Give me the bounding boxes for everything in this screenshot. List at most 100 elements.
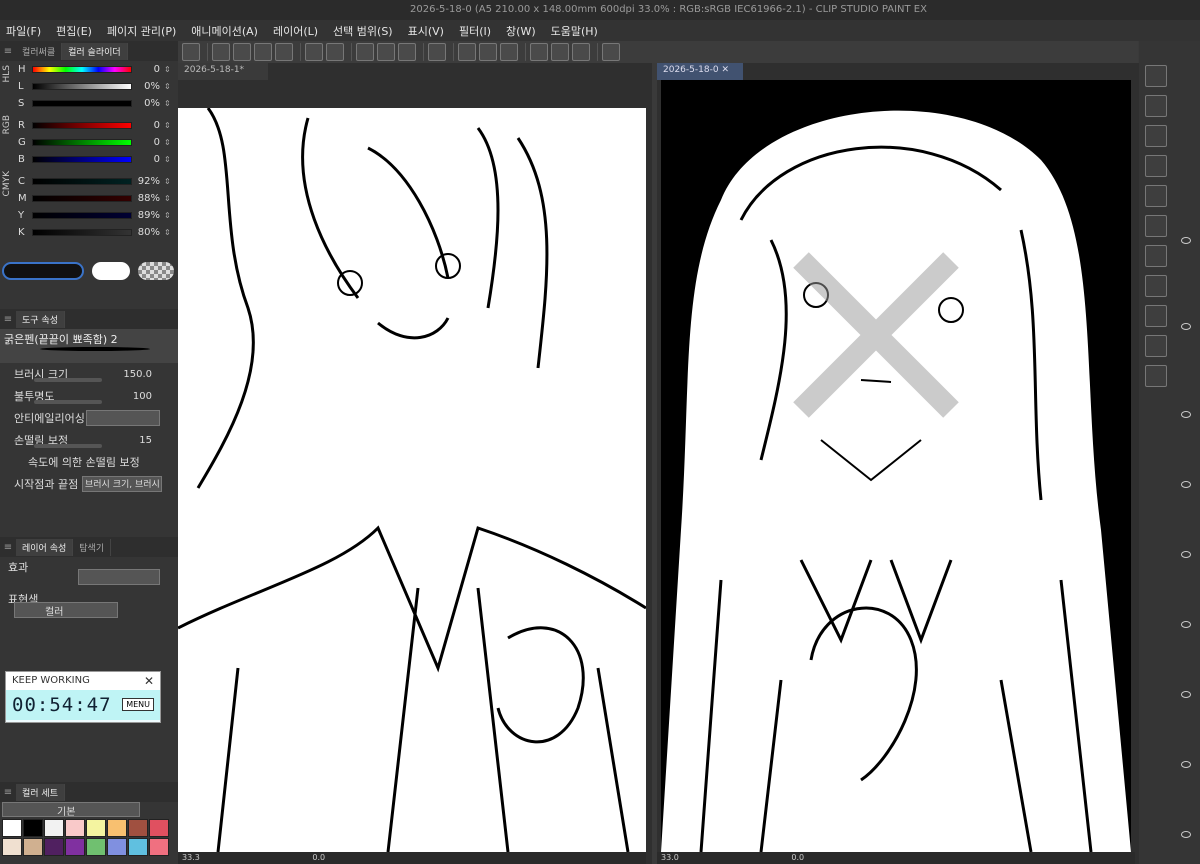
grid-snap-icon[interactable] xyxy=(572,43,590,61)
start-end-dropdown[interactable]: 브러시 크기, 브러시 xyxy=(82,476,162,492)
fill-icon[interactable] xyxy=(398,43,416,61)
main-color-chip[interactable] xyxy=(2,262,84,280)
timer-menu-button[interactable]: MENU xyxy=(122,698,154,711)
zoom-value[interactable]: 33.0 xyxy=(661,853,679,862)
color-swatch[interactable] xyxy=(44,838,64,856)
spinner-icon[interactable]: ⇕ xyxy=(164,228,171,237)
canvas-tab-1[interactable]: 2026-5-18-1* xyxy=(178,63,268,80)
loading-icon[interactable] xyxy=(356,43,374,61)
stabilization-row[interactable]: 손떨림 보정 15 xyxy=(0,429,178,451)
menu-icon[interactable]: ≡ xyxy=(0,46,16,57)
material-icon[interactable] xyxy=(1145,125,1167,147)
star-icon[interactable] xyxy=(1145,335,1167,357)
slider-value[interactable]: 0% xyxy=(136,81,160,92)
eye-icon[interactable] xyxy=(1181,761,1191,768)
select-all-icon[interactable] xyxy=(458,43,476,61)
slider-r[interactable]: R 0 ⇕ xyxy=(0,117,178,134)
stabilization-bar[interactable] xyxy=(34,444,102,448)
layout-icon[interactable] xyxy=(1145,245,1167,267)
brush-size-bar[interactable] xyxy=(34,378,102,382)
eye-icon[interactable] xyxy=(1181,323,1191,330)
slider-l[interactable]: L 0% ⇕ xyxy=(0,78,178,95)
eye-icon[interactable] xyxy=(1181,551,1191,558)
slider-k[interactable]: K 80% ⇕ xyxy=(0,224,178,241)
black-track[interactable] xyxy=(32,229,132,236)
color-swatch[interactable] xyxy=(23,819,43,837)
color-swatch[interactable] xyxy=(107,819,127,837)
color-swatch[interactable] xyxy=(44,819,64,837)
slider-b[interactable]: B 0 ⇕ xyxy=(0,151,178,168)
heart-icon[interactable] xyxy=(1145,155,1167,177)
rotation-value[interactable]: 0.0 xyxy=(791,853,804,862)
slider-value[interactable]: 80% xyxy=(136,227,160,238)
menu-selection[interactable]: 선택 범위(S) xyxy=(333,23,393,39)
color-swatch[interactable] xyxy=(107,838,127,856)
clear-icon[interactable] xyxy=(377,43,395,61)
menu-view[interactable]: 표시(V) xyxy=(408,23,444,39)
slider-g[interactable]: G 0 ⇕ xyxy=(0,134,178,151)
color-swatch[interactable] xyxy=(65,838,85,856)
red-track[interactable] xyxy=(32,122,132,129)
tab-color-slider[interactable]: 컬러 슬라이더 xyxy=(62,42,128,60)
color-swatch[interactable] xyxy=(149,838,169,856)
canvas-2[interactable] xyxy=(661,80,1131,852)
color-swatch[interactable] xyxy=(128,819,148,837)
menu-edit[interactable]: 편집(E) xyxy=(56,23,92,39)
stabilization-value[interactable]: 15 xyxy=(139,435,152,446)
spinner-icon[interactable]: ⇕ xyxy=(164,211,171,220)
eye-icon[interactable] xyxy=(1181,411,1191,418)
deselect-icon[interactable] xyxy=(479,43,497,61)
star-icon[interactable] xyxy=(1145,275,1167,297)
slider-h[interactable]: H 0 ⇕ xyxy=(0,61,178,78)
slider-m[interactable]: M 88% ⇕ xyxy=(0,190,178,207)
new-file-icon[interactable] xyxy=(212,43,230,61)
slider-c[interactable]: C 92% ⇕ xyxy=(0,173,178,190)
menu-file[interactable]: 파일(F) xyxy=(6,23,41,39)
brush-size-value[interactable]: 150.0 xyxy=(123,369,152,380)
eye-icon[interactable] xyxy=(1181,691,1191,698)
color-swatch[interactable] xyxy=(86,819,106,837)
expression-dropdown[interactable]: 컬러 xyxy=(14,602,118,618)
favorite-icon[interactable] xyxy=(1145,95,1167,117)
slider-value[interactable]: 88% xyxy=(136,193,160,204)
export-icon[interactable] xyxy=(275,43,293,61)
opacity-value[interactable]: 100 xyxy=(133,391,152,402)
blue-track[interactable] xyxy=(32,156,132,163)
transparent-color-chip[interactable] xyxy=(138,262,174,280)
rotation-value[interactable]: 0.0 xyxy=(312,853,325,862)
spinner-icon[interactable]: ⇕ xyxy=(164,138,171,147)
document-icon[interactable] xyxy=(1145,215,1167,237)
clip-studio-icon[interactable] xyxy=(182,43,200,61)
color-swatch[interactable] xyxy=(128,838,148,856)
tab-color-set[interactable]: 컬러 세트 xyxy=(16,783,65,801)
slider-value[interactable]: 89% xyxy=(136,210,160,221)
effect-buttons[interactable] xyxy=(78,569,160,585)
yellow-track[interactable] xyxy=(32,212,132,219)
slider-value[interactable]: 0 xyxy=(136,137,160,148)
antialias-options[interactable] xyxy=(86,410,160,426)
transform-icon[interactable] xyxy=(428,43,446,61)
eye-icon[interactable] xyxy=(1181,831,1191,838)
undo-icon[interactable] xyxy=(305,43,323,61)
spinner-icon[interactable]: ⇕ xyxy=(164,155,171,164)
speed-stabilization-row[interactable]: 속도에 의한 손떨림 보정 xyxy=(0,451,178,473)
delete-material-icon[interactable] xyxy=(1145,185,1167,207)
hue-track[interactable] xyxy=(32,66,132,73)
menu-icon[interactable]: ≡ xyxy=(0,314,16,325)
opacity-row[interactable]: 불투명도 100 xyxy=(0,385,178,407)
spinner-icon[interactable]: ⇕ xyxy=(164,82,171,91)
menu-filter[interactable]: 필터(I) xyxy=(459,23,491,39)
opacity-bar[interactable] xyxy=(34,400,102,404)
redo-icon[interactable] xyxy=(326,43,344,61)
color-swatch[interactable] xyxy=(2,838,22,856)
saturation-track[interactable] xyxy=(32,100,132,107)
green-track[interactable] xyxy=(32,139,132,146)
save-icon[interactable] xyxy=(254,43,272,61)
spinner-icon[interactable]: ⇕ xyxy=(164,99,171,108)
menu-layer[interactable]: 레이어(L) xyxy=(273,23,318,39)
slider-y[interactable]: Y 89% ⇕ xyxy=(0,207,178,224)
color-swatch[interactable] xyxy=(149,819,169,837)
menu-animation[interactable]: 애니메이션(A) xyxy=(191,23,258,39)
cyan-track[interactable] xyxy=(32,178,132,185)
tab-tool-property[interactable]: 도구 속성 xyxy=(16,310,65,328)
